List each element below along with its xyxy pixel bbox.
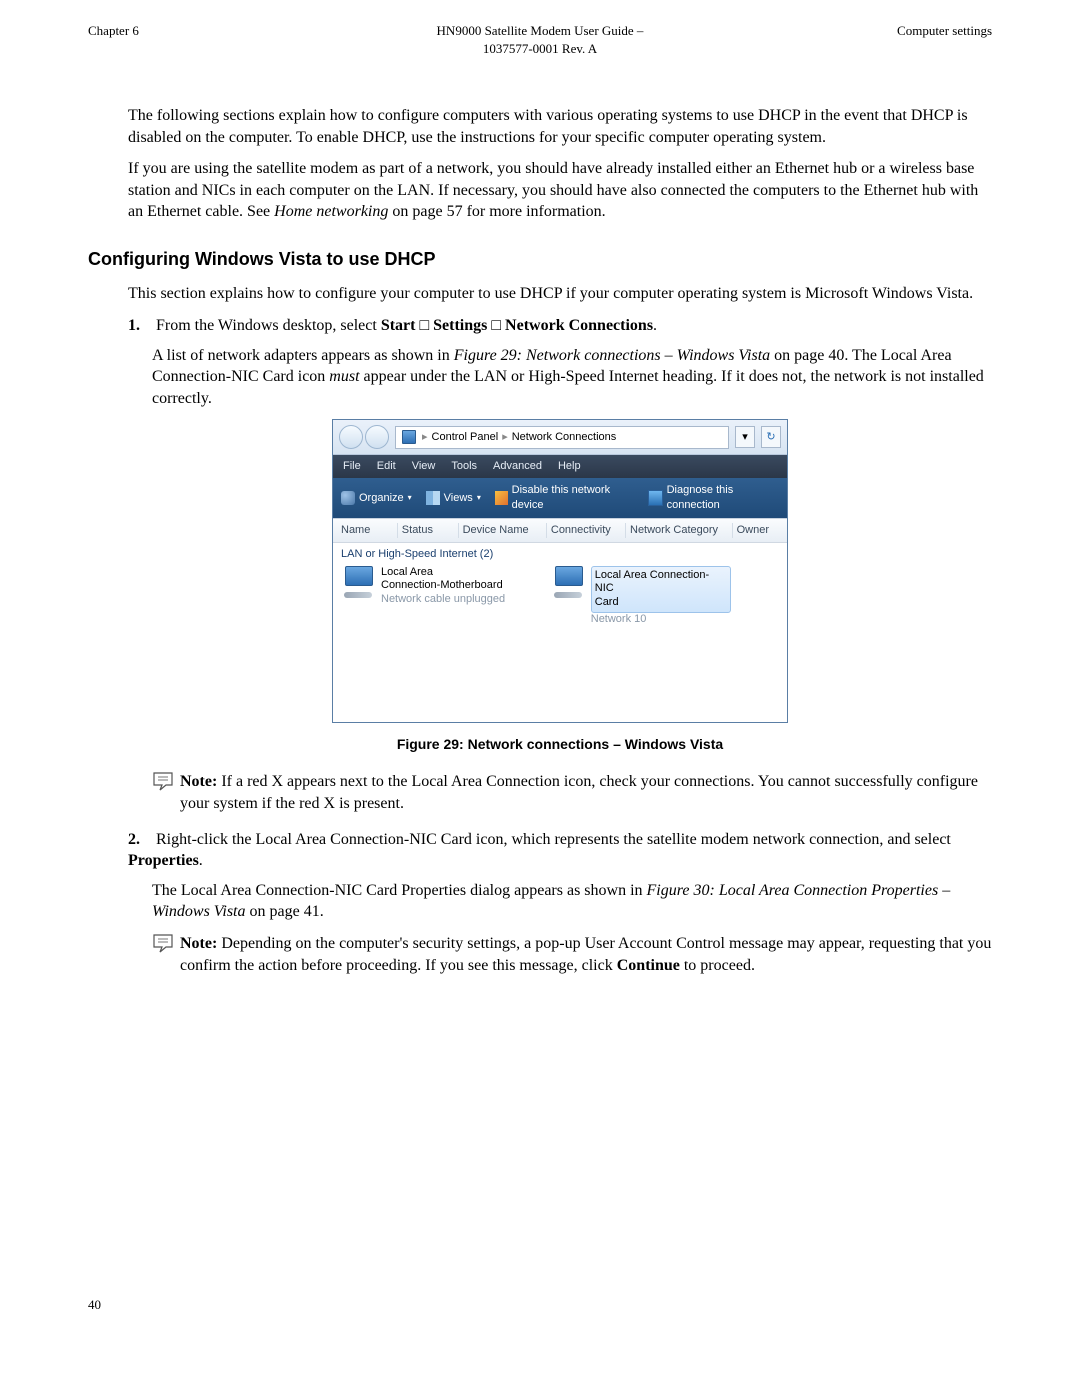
intro-p1: The following sections explain how to co… <box>128 105 992 148</box>
address-dropdown-icon[interactable]: ▾ <box>735 426 755 448</box>
network-adapter-icon <box>551 566 585 600</box>
col-device[interactable]: Device Name <box>459 523 547 538</box>
menu-bar: File Edit View Tools Advanced Help <box>333 455 787 478</box>
menu-tools[interactable]: Tools <box>451 459 477 474</box>
menu-advanced[interactable]: Advanced <box>493 459 542 474</box>
section-intro: This section explains how to configure y… <box>128 283 992 305</box>
chevron-right-icon: ▸ <box>422 430 428 445</box>
refresh-icon[interactable]: ↻ <box>761 426 781 448</box>
organize-button[interactable]: Organize▾ <box>341 491 412 506</box>
intro-p2: If you are using the satellite modem as … <box>128 158 992 223</box>
diagnose-button[interactable]: Diagnose this connection <box>648 483 779 513</box>
chevron-right-icon: ▸ <box>502 430 508 445</box>
col-category[interactable]: Network Category <box>626 523 733 538</box>
back-button-icon[interactable] <box>339 425 363 449</box>
disable-device-button[interactable]: Disable this network device <box>495 483 634 513</box>
note-1: Note: If a red X appears next to the Loc… <box>152 771 992 814</box>
note-2: Note: Depending on the computer's securi… <box>152 933 992 976</box>
disable-icon <box>495 491 508 505</box>
views-icon <box>426 491 440 505</box>
menu-view[interactable]: View <box>412 459 436 474</box>
step-1: 1. From the Windows desktop, select Star… <box>128 315 992 815</box>
menu-file[interactable]: File <box>343 459 361 474</box>
header-title: HN9000 Satellite Modem User Guide – 1037… <box>278 22 802 57</box>
intro-block: The following sections explain how to co… <box>128 105 992 223</box>
location-icon <box>402 430 416 444</box>
column-headers[interactable]: Name Status Device Name Connectivity Net… <box>333 518 787 543</box>
breadcrumb[interactable]: ▸ Control Panel ▸ Network Connections <box>395 426 729 449</box>
menu-help[interactable]: Help <box>558 459 581 474</box>
nav-buttons[interactable] <box>339 425 389 449</box>
page-header: Chapter 6 HN9000 Satellite Modem User Gu… <box>88 22 992 57</box>
command-bar: Organize▾ Views▾ Disable this network de… <box>333 478 787 518</box>
step-2-body: The Local Area Connection-NIC Card Prope… <box>152 880 992 923</box>
note-icon <box>152 933 180 960</box>
step-marker: 1. <box>128 315 152 337</box>
step-marker: 2. <box>128 829 152 851</box>
forward-button-icon[interactable] <box>365 425 389 449</box>
col-status[interactable]: Status <box>398 523 459 538</box>
header-section: Computer settings <box>802 22 992 57</box>
address-bar: ▸ Control Panel ▸ Network Connections ▾ … <box>333 420 787 455</box>
organize-icon <box>341 491 355 505</box>
group-header: LAN or High-Speed Internet (2) <box>333 543 787 564</box>
network-adapter-icon <box>341 566 375 600</box>
section-heading: Configuring Windows Vista to use DHCP <box>88 247 992 271</box>
header-chapter: Chapter 6 <box>88 22 278 57</box>
connection-item-nic-card[interactable]: Local Area Connection-NIC Card Network 1… <box>551 566 731 627</box>
figure-29-window: ▸ Control Panel ▸ Network Connections ▾ … <box>332 419 788 722</box>
menu-edit[interactable]: Edit <box>377 459 396 474</box>
selected-item-label: Local Area Connection-NIC Card <box>591 566 731 613</box>
connection-item-motherboard[interactable]: Local Area Connection-Motherboard Networ… <box>341 566 521 607</box>
col-owner[interactable]: Owner <box>733 523 779 538</box>
views-button[interactable]: Views▾ <box>426 491 481 506</box>
note-icon <box>152 771 180 798</box>
col-name[interactable]: Name <box>341 523 398 538</box>
steps-list: 1. From the Windows desktop, select Star… <box>128 315 992 976</box>
step-2: 2. Right-click the Local Area Connection… <box>128 829 992 977</box>
col-connectivity[interactable]: Connectivity <box>547 523 626 538</box>
page-number: 40 <box>88 1296 992 1314</box>
figure-caption: Figure 29: Network connections – Windows… <box>128 735 992 754</box>
items-pane: Local Area Connection-Motherboard Networ… <box>333 564 787 722</box>
step-1-body: A list of network adapters appears as sh… <box>152 345 992 410</box>
diagnose-icon <box>648 490 663 506</box>
